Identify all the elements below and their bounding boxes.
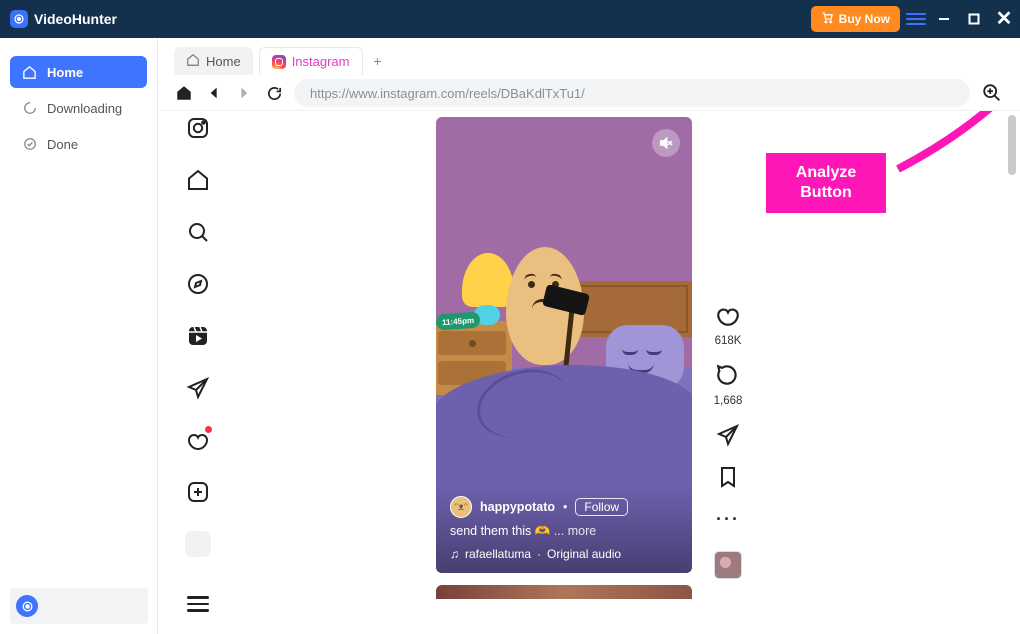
nav-home-button[interactable] xyxy=(174,83,194,103)
app-name: VideoHunter xyxy=(34,11,117,27)
tab-home[interactable]: Home xyxy=(174,47,253,75)
url-input[interactable] xyxy=(294,79,970,107)
app-logo-icon xyxy=(10,10,28,28)
sidebar-item-label: Downloading xyxy=(47,101,122,116)
callout-arrow xyxy=(874,110,1020,189)
analyze-callout: Analyze Button xyxy=(766,153,886,213)
reel-caption: send them this 🫶 ... more xyxy=(450,524,678,539)
rail-messages-icon[interactable] xyxy=(185,375,211,401)
user-avatar[interactable]: ᵔᴥᵔ xyxy=(450,496,472,518)
nav-forward-button[interactable] xyxy=(234,83,254,103)
app-badge-icon xyxy=(16,595,38,617)
caption-more[interactable]: ... more xyxy=(554,524,596,538)
close-button[interactable]: ✕ xyxy=(992,7,1016,31)
rail-home-icon[interactable] xyxy=(185,167,211,193)
maximize-button[interactable] xyxy=(962,7,986,31)
tab-instagram[interactable]: Instagram xyxy=(259,47,363,75)
tab-label: Home xyxy=(206,54,241,69)
reel-actions: 618K 1,668 ··· xyxy=(706,301,750,579)
rail-search-icon[interactable] xyxy=(185,219,211,245)
like-count: 618K xyxy=(715,335,742,347)
buy-now-label: Buy Now xyxy=(839,12,890,26)
url-row xyxy=(158,72,1020,110)
instagram-nav-rail xyxy=(174,115,222,617)
instagram-icon xyxy=(272,55,286,69)
like-button[interactable] xyxy=(714,301,742,329)
reel-column: 11:45pm ᵔᴥᵔ happypotato • Follow xyxy=(436,110,692,599)
scrollbar[interactable] xyxy=(1008,115,1016,175)
comment-count: 1,668 xyxy=(714,395,743,407)
instagram-logo-icon[interactable] xyxy=(185,115,211,141)
minimize-button[interactable] xyxy=(932,7,956,31)
rail-menu-icon[interactable] xyxy=(185,591,211,617)
prev-reel-thumbnail[interactable] xyxy=(706,110,730,111)
analyze-button[interactable] xyxy=(980,81,1004,105)
music-icon: ♫ xyxy=(450,547,459,561)
home-icon xyxy=(22,65,37,80)
nav-back-button[interactable] xyxy=(204,83,224,103)
reel-video[interactable]: 11:45pm ᵔᴥᵔ happypotato • Follow xyxy=(436,117,692,573)
sidebar-item-label: Done xyxy=(47,137,78,152)
tab-row: Home Instagram + xyxy=(158,38,1020,72)
reel-audio[interactable]: ♫ rafaellatuma · Original audio xyxy=(450,547,678,561)
save-button[interactable] xyxy=(714,463,742,491)
cart-icon xyxy=(821,11,834,27)
footer-account-box[interactable] xyxy=(10,588,148,624)
check-icon xyxy=(22,137,37,152)
spinner-icon xyxy=(22,101,37,116)
new-tab-button[interactable]: + xyxy=(369,52,387,70)
tab-label: Instagram xyxy=(292,54,350,69)
sidebar-item-done[interactable]: Done xyxy=(10,128,147,160)
rail-notifications-icon[interactable] xyxy=(185,427,211,453)
audio-thumbnail[interactable] xyxy=(714,551,742,579)
nav-reload-button[interactable] xyxy=(264,83,284,103)
sidebar-item-home[interactable]: Home xyxy=(10,56,147,88)
share-button[interactable] xyxy=(714,421,742,449)
rail-create-icon[interactable] xyxy=(185,479,211,505)
embedded-browser: Home Instagram + xyxy=(158,38,1020,634)
more-button[interactable]: ··· xyxy=(714,505,742,533)
main-menu-button[interactable] xyxy=(906,9,926,29)
rail-profile-icon[interactable] xyxy=(185,531,211,557)
buy-now-button[interactable]: Buy Now xyxy=(811,6,900,32)
titlebar: VideoHunter Buy Now ✕ xyxy=(0,0,1020,38)
comment-button[interactable] xyxy=(714,361,742,389)
sidebar-item-label: Home xyxy=(47,65,83,80)
reel-overlay: ᵔᴥᵔ happypotato • Follow send them this … xyxy=(436,486,692,573)
rail-reels-icon[interactable] xyxy=(185,323,211,349)
follow-button[interactable]: Follow xyxy=(575,498,628,516)
reel-username[interactable]: happypotato xyxy=(480,500,555,514)
app-sidebar: Home Downloading Done xyxy=(0,38,158,634)
home-icon xyxy=(186,53,200,70)
embedded-page: Analyze Button xyxy=(158,110,1020,634)
clock-time: 11:45pm xyxy=(436,311,481,330)
next-reel-sliver[interactable] xyxy=(436,585,692,599)
app-logo: VideoHunter xyxy=(0,10,117,28)
rail-explore-icon[interactable] xyxy=(185,271,211,297)
sidebar-item-downloading[interactable]: Downloading xyxy=(10,92,147,124)
